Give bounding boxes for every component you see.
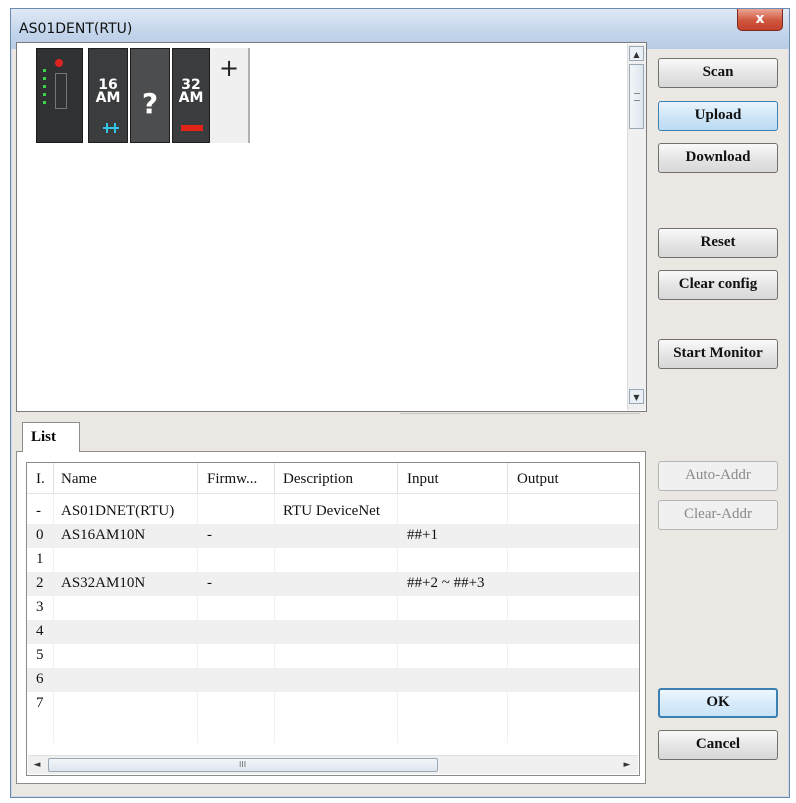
- grip-icon: [634, 93, 640, 101]
- cell-name: AS32AM10N: [61, 575, 146, 591]
- module-unknown[interactable]: ?: [130, 48, 170, 143]
- cell-index: 2: [36, 575, 44, 591]
- upload-button[interactable]: Upload: [658, 101, 778, 131]
- clear-config-button[interactable]: Clear config: [658, 270, 778, 300]
- column-divider: [397, 493, 398, 743]
- cell-index: 7: [36, 695, 44, 711]
- cell-name: AS01DNET(RTU): [61, 503, 175, 519]
- module-16am[interactable]: 16 AM: [88, 48, 128, 143]
- module-label: 32 AM: [178, 77, 204, 106]
- list-header: I. Name Firmw... Description Input Outpu…: [27, 463, 639, 494]
- grip-icon: III: [239, 760, 247, 769]
- column-divider: [507, 493, 508, 743]
- table-row[interactable]: 2 AS32AM10N - ##+2 ~ ##+3: [27, 572, 639, 596]
- led-indicator: [43, 93, 46, 96]
- reset-button[interactable]: Reset: [658, 228, 778, 258]
- column-header[interactable]: Firmw...: [207, 471, 257, 488]
- column-header[interactable]: Description: [283, 471, 353, 488]
- tab-list[interactable]: List: [22, 422, 80, 452]
- column-divider: [197, 493, 198, 743]
- cell-firmware: -: [207, 575, 212, 591]
- column-header[interactable]: Name: [61, 471, 97, 488]
- column-divider: [197, 463, 198, 493]
- scroll-thumb[interactable]: [629, 64, 644, 129]
- cell-name: AS16AM10N: [61, 527, 146, 543]
- column-divider: [53, 463, 54, 493]
- connector-icon: [103, 123, 119, 133]
- rack-vertical-scrollbar[interactable]: ▲ ▼: [627, 44, 646, 410]
- cell-index: 4: [36, 623, 44, 639]
- cell-index: 5: [36, 647, 44, 663]
- question-icon: ?: [141, 87, 159, 120]
- table-row[interactable]: 7: [27, 692, 639, 716]
- table-row[interactable]: 1: [27, 548, 639, 572]
- divider: [400, 413, 640, 414]
- cell-firmware: -: [207, 527, 212, 543]
- ok-button[interactable]: OK: [658, 688, 778, 718]
- auto-addr-button: Auto-Addr: [658, 461, 778, 491]
- start-monitor-button[interactable]: Start Monitor: [658, 339, 778, 369]
- scroll-up-icon[interactable]: ▲: [629, 46, 644, 61]
- led-indicator: [43, 69, 46, 72]
- table-row[interactable]: - AS01DNET(RTU) RTU DeviceNet: [27, 500, 639, 524]
- scan-button[interactable]: Scan: [658, 58, 778, 88]
- module-list[interactable]: I. Name Firmw... Description Input Outpu…: [26, 462, 640, 776]
- cell-description: RTU DeviceNet: [283, 503, 380, 519]
- close-icon: x: [755, 11, 765, 27]
- cell-index: 3: [36, 599, 44, 615]
- scroll-down-icon[interactable]: ▼: [629, 389, 644, 404]
- status-bar: [181, 125, 203, 131]
- plus-icon: +: [218, 54, 240, 82]
- cell-index: 0: [36, 527, 44, 543]
- window-title: AS01DENT(RTU): [19, 21, 133, 37]
- cell-input: ##+2 ~ ##+3: [407, 575, 485, 591]
- scroll-left-icon[interactable]: ◄: [30, 758, 44, 772]
- led-indicator: [43, 77, 46, 80]
- column-header[interactable]: Input: [407, 471, 439, 488]
- add-module-button[interactable]: +: [210, 48, 250, 143]
- module-cpu[interactable]: [36, 48, 83, 143]
- download-button[interactable]: Download: [658, 143, 778, 173]
- table-row[interactable]: 5: [27, 644, 639, 668]
- cancel-button[interactable]: Cancel: [658, 730, 778, 760]
- led-indicator: [43, 85, 46, 88]
- cell-index: -: [36, 503, 41, 519]
- column-divider: [53, 493, 54, 743]
- led-indicator: [43, 101, 46, 104]
- cell-index: 1: [36, 551, 44, 567]
- module-32am[interactable]: 32 AM: [172, 48, 210, 143]
- scroll-right-icon[interactable]: ►: [620, 758, 634, 772]
- table-row[interactable]: 6: [27, 668, 639, 692]
- port-icon: [55, 73, 67, 109]
- cell-index: 6: [36, 671, 44, 687]
- table-row[interactable]: 0 AS16AM10N - ##+1: [27, 524, 639, 548]
- close-button[interactable]: x: [737, 9, 783, 31]
- table-row[interactable]: 4: [27, 620, 639, 644]
- status-light: [55, 59, 63, 67]
- cell-input: ##+1: [407, 527, 438, 543]
- module-label: 16 AM: [95, 77, 121, 106]
- column-header[interactable]: I.: [36, 471, 45, 488]
- column-divider: [507, 463, 508, 493]
- column-divider: [397, 463, 398, 493]
- column-header[interactable]: Output: [517, 471, 559, 488]
- column-divider: [274, 493, 275, 743]
- scroll-thumb[interactable]: III: [48, 758, 438, 772]
- table-row[interactable]: 3: [27, 596, 639, 620]
- clear-addr-button: Clear-Addr: [658, 500, 778, 530]
- column-divider: [274, 463, 275, 493]
- list-horizontal-scrollbar[interactable]: ◄ III ►: [28, 755, 638, 774]
